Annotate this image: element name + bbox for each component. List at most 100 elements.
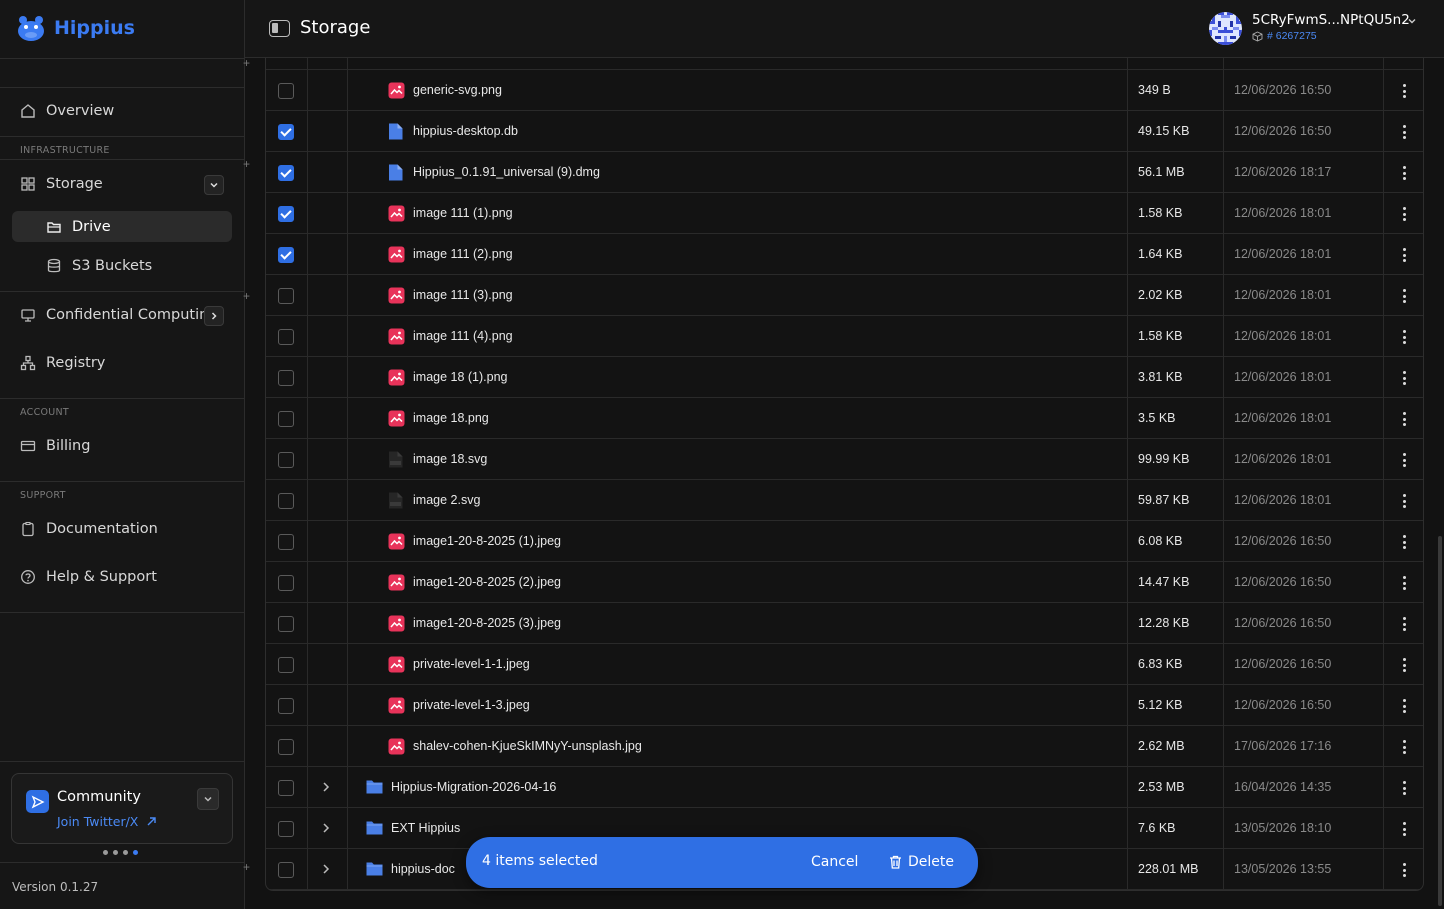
- file-name[interactable]: image1-20-8-2025 (3).jpeg: [413, 616, 561, 630]
- row-more-menu-icon[interactable]: [1397, 164, 1411, 182]
- folder-row[interactable]: Hippius-Migration-2026-04-16 2.53 MB 16/04…: [266, 767, 1423, 808]
- file-name[interactable]: Hippius_0.1.91_universal (9).dmg: [413, 165, 600, 179]
- row-more-menu-icon[interactable]: [1397, 328, 1411, 346]
- row-more-menu-icon[interactable]: [1397, 287, 1411, 305]
- file-name[interactable]: image 111 (1).png: [413, 206, 513, 220]
- nav-storage[interactable]: Storage: [12, 168, 232, 200]
- file-row[interactable]: image1-20-8-2025 (1).jpeg 6.08 KB 12/06/20…: [266, 521, 1423, 562]
- row-more-menu-icon[interactable]: [1397, 779, 1411, 797]
- file-row[interactable]: private-level-1-1.jpeg 6.83 KB 12/06/2026 …: [266, 644, 1423, 685]
- row-checkbox[interactable]: [278, 862, 294, 878]
- row-more-menu-icon[interactable]: [1397, 246, 1411, 264]
- logo[interactable]: Hippius: [16, 14, 135, 42]
- row-more-menu-icon[interactable]: [1397, 861, 1411, 879]
- row-checkbox[interactable]: [278, 411, 294, 427]
- row-checkbox[interactable]: [278, 616, 294, 632]
- file-name[interactable]: image 2.svg: [413, 493, 480, 507]
- row-checkbox[interactable]: [278, 698, 294, 714]
- row-checkbox[interactable]: [278, 124, 294, 140]
- row-checkbox[interactable]: [278, 657, 294, 673]
- storage-collapse-button[interactable]: [204, 175, 224, 195]
- row-more-menu-icon[interactable]: [1397, 533, 1411, 551]
- row-checkbox[interactable]: [278, 206, 294, 222]
- row-checkbox[interactable]: [278, 452, 294, 468]
- account-menu[interactable]: 5CRyFwmS...NPtQU5n2 # 6267275: [1209, 10, 1439, 50]
- community-toggle-button[interactable]: [197, 788, 219, 810]
- file-name[interactable]: image1-20-8-2025 (1).jpeg: [413, 534, 561, 548]
- row-checkbox[interactable]: [278, 329, 294, 345]
- row-checkbox[interactable]: [278, 247, 294, 263]
- table-row[interactable]: [266, 58, 1423, 70]
- row-more-menu-icon[interactable]: [1397, 738, 1411, 756]
- file-name[interactable]: private-level-1-3.jpeg: [413, 698, 530, 712]
- sidebar-toggle-icon[interactable]: [269, 20, 290, 37]
- file-name[interactable]: hippius-desktop.db: [413, 124, 518, 138]
- cancel-button[interactable]: Cancel: [811, 854, 858, 870]
- row-checkbox[interactable]: [278, 534, 294, 550]
- chevron-right-icon[interactable]: [321, 822, 331, 834]
- file-name[interactable]: image 18.svg: [413, 452, 487, 466]
- delete-button[interactable]: Delete: [889, 854, 954, 870]
- row-more-menu-icon[interactable]: [1397, 123, 1411, 141]
- row-checkbox[interactable]: [278, 370, 294, 386]
- file-row[interactable]: image 18 (1).png 3.81 KB 12/06/2026 18:01: [266, 357, 1423, 398]
- row-more-menu-icon[interactable]: [1397, 820, 1411, 838]
- row-checkbox[interactable]: [278, 780, 294, 796]
- file-name[interactable]: hippius-doc: [391, 862, 455, 876]
- chevron-right-icon[interactable]: [321, 781, 331, 793]
- file-row[interactable]: generic-svg.png 349 B 12/06/2026 16:50: [266, 70, 1423, 111]
- row-more-menu-icon[interactable]: [1397, 205, 1411, 223]
- row-more-menu-icon[interactable]: [1397, 410, 1411, 428]
- file-row[interactable]: image 18.png 3.5 KB 12/06/2026 18:01: [266, 398, 1423, 439]
- file-row[interactable]: image 111 (2).png 1.64 KB 12/06/2026 18:01: [266, 234, 1423, 275]
- row-more-menu-icon[interactable]: [1397, 574, 1411, 592]
- chevron-right-icon[interactable]: [321, 863, 331, 875]
- row-more-menu-icon[interactable]: [1397, 615, 1411, 633]
- row-checkbox[interactable]: [278, 739, 294, 755]
- file-name[interactable]: Hippius-Migration-2026-04-16: [391, 780, 556, 794]
- row-checkbox[interactable]: [278, 821, 294, 837]
- file-name[interactable]: image 111 (3).png: [413, 288, 513, 302]
- file-name[interactable]: private-level-1-1.jpeg: [413, 657, 530, 671]
- row-checkbox[interactable]: [278, 165, 294, 181]
- row-checkbox[interactable]: [278, 575, 294, 591]
- scrollbar[interactable]: [1438, 536, 1442, 906]
- file-row[interactable]: image 111 (4).png 1.58 KB 12/06/2026 18:01: [266, 316, 1423, 357]
- file-name[interactable]: EXT Hippius: [391, 821, 460, 835]
- file-name[interactable]: image 111 (2).png: [413, 247, 513, 261]
- file-row[interactable]: image 2.svg 59.87 KB 12/06/2026 18:01: [266, 480, 1423, 521]
- confidential-expand-button[interactable]: [204, 306, 224, 326]
- nav-confidential-computing[interactable]: Confidential Computing: [12, 299, 232, 331]
- file-name[interactable]: image 111 (4).png: [413, 329, 513, 343]
- file-row[interactable]: image1-20-8-2025 (3).jpeg 12.28 KB 12/06/2…: [266, 603, 1423, 644]
- file-row[interactable]: image 111 (3).png 2.02 KB 12/06/2026 18:01: [266, 275, 1423, 316]
- file-name[interactable]: shalev-cohen-KjueSkIMNyY-unsplash.jpg: [413, 739, 642, 753]
- file-row[interactable]: shalev-cohen-KjueSkIMNyY-unsplash.jpg 2.6…: [266, 726, 1423, 767]
- file-row[interactable]: image 18.svg 99.99 KB 12/06/2026 18:01: [266, 439, 1423, 480]
- file-row[interactable]: Hippius_0.1.91_universal (9).dmg 56.1 MB 1…: [266, 152, 1423, 193]
- row-checkbox[interactable]: [278, 288, 294, 304]
- row-more-menu-icon[interactable]: [1397, 492, 1411, 510]
- row-checkbox[interactable]: [278, 493, 294, 509]
- nav-overview[interactable]: Overview: [12, 95, 232, 127]
- file-name[interactable]: generic-svg.png: [413, 83, 502, 97]
- nav-registry[interactable]: Registry: [12, 347, 232, 379]
- file-name[interactable]: image1-20-8-2025 (2).jpeg: [413, 575, 561, 589]
- nav-s3-buckets[interactable]: S3 Buckets: [12, 250, 232, 282]
- row-checkbox[interactable]: [278, 83, 294, 99]
- nav-help-support[interactable]: Help & Support: [12, 561, 232, 593]
- row-more-menu-icon[interactable]: [1397, 82, 1411, 100]
- file-row[interactable]: image 111 (1).png 1.58 KB 12/06/2026 18:01: [266, 193, 1423, 234]
- file-row[interactable]: image1-20-8-2025 (2).jpeg 14.47 KB 12/06/2…: [266, 562, 1423, 603]
- file-name[interactable]: image 18.png: [413, 411, 489, 425]
- row-more-menu-icon[interactable]: [1397, 697, 1411, 715]
- nav-drive[interactable]: Drive: [12, 211, 232, 242]
- file-name[interactable]: image 18 (1).png: [413, 370, 508, 384]
- nav-documentation[interactable]: Documentation: [12, 513, 232, 545]
- file-row[interactable]: hippius-desktop.db 49.15 KB 12/06/2026 16:…: [266, 111, 1423, 152]
- carousel-dots[interactable]: [103, 850, 138, 855]
- row-more-menu-icon[interactable]: [1397, 369, 1411, 387]
- nav-billing[interactable]: Billing: [12, 430, 232, 462]
- row-more-menu-icon[interactable]: [1397, 451, 1411, 469]
- row-more-menu-icon[interactable]: [1397, 656, 1411, 674]
